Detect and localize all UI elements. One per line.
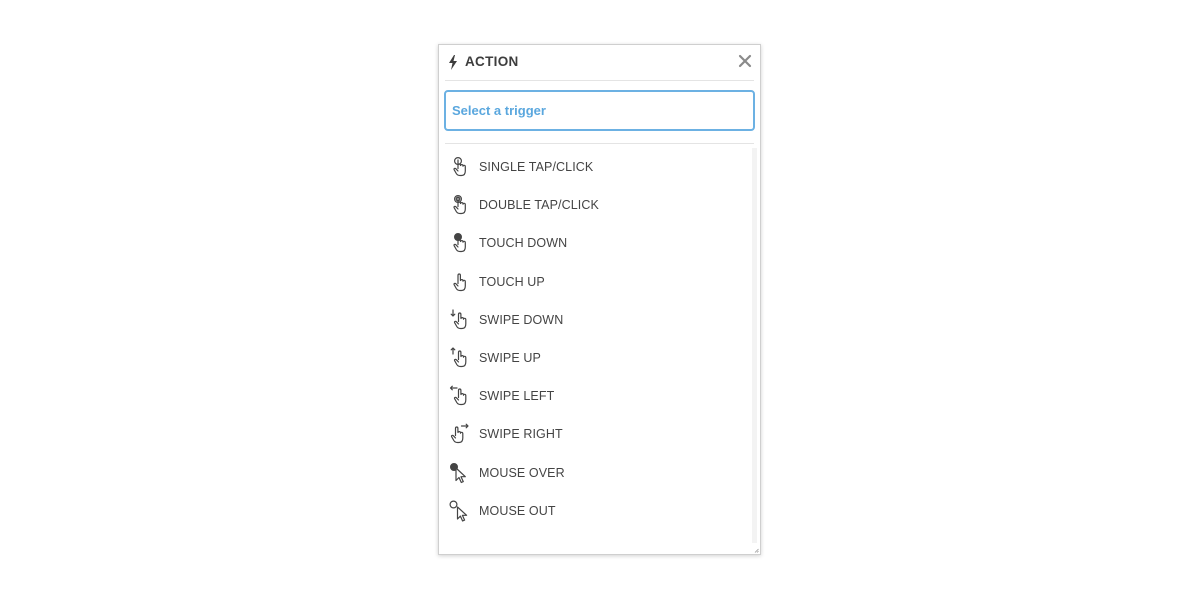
- trigger-label: SWIPE DOWN: [479, 312, 564, 327]
- single-tap-icon: [453, 157, 466, 177]
- trigger-list: SINGLE TAP/CLICK DOUBLE TAP/CLICK TOUCH …: [445, 148, 750, 541]
- swipe-right-icon: [450, 424, 469, 444]
- trigger-item-touch-up[interactable]: TOUCH UP: [445, 263, 750, 301]
- action-panel: ACTION SINGLE TAP/CLICK DOUBLE TAP/CLICK: [438, 44, 761, 555]
- mouse-out-icon: [449, 500, 468, 522]
- trigger-item-mouse-out[interactable]: MOUSE OUT: [445, 492, 750, 530]
- trigger-label: TOUCH UP: [479, 274, 545, 289]
- trigger-item-swipe-down[interactable]: SWIPE DOWN: [445, 301, 750, 339]
- touch-down-icon: [453, 233, 466, 253]
- trigger-label: SINGLE TAP/CLICK: [479, 160, 594, 175]
- panel-header: ACTION: [445, 45, 754, 81]
- trigger-item-swipe-up[interactable]: SWIPE UP: [445, 339, 750, 377]
- trigger-item-swipe-right[interactable]: SWIPE RIGHT: [445, 415, 750, 453]
- trigger-label: SWIPE LEFT: [479, 389, 555, 404]
- divider: [445, 143, 754, 144]
- trigger-item-single-tap[interactable]: SINGLE TAP/CLICK: [445, 148, 750, 186]
- swipe-down-icon: [450, 309, 467, 329]
- trigger-label: SWIPE UP: [479, 351, 541, 366]
- trigger-label: MOUSE OUT: [479, 503, 556, 518]
- panel-title: ACTION: [465, 54, 519, 69]
- swipe-left-icon: [449, 385, 467, 406]
- trigger-label: TOUCH DOWN: [479, 236, 568, 251]
- trigger-item-touch-down[interactable]: TOUCH DOWN: [445, 224, 750, 262]
- trigger-item-mouse-over[interactable]: MOUSE OVER: [445, 454, 750, 492]
- swipe-up-icon: [450, 347, 467, 368]
- close-icon[interactable]: [738, 54, 752, 68]
- resize-grip-icon[interactable]: [754, 548, 759, 553]
- trigger-search-input[interactable]: [444, 90, 755, 131]
- trigger-label: MOUSE OVER: [479, 465, 565, 480]
- double-tap-icon: [453, 195, 466, 215]
- list-scrollbar[interactable]: [752, 148, 757, 543]
- mouse-over-icon: [449, 462, 466, 483]
- lightning-bolt-icon: [449, 55, 457, 70]
- trigger-label: DOUBLE TAP/CLICK: [479, 198, 599, 213]
- trigger-item-swipe-left[interactable]: SWIPE LEFT: [445, 377, 750, 415]
- trigger-label: SWIPE RIGHT: [479, 427, 563, 442]
- touch-up-icon: [453, 273, 466, 291]
- trigger-item-double-tap[interactable]: DOUBLE TAP/CLICK: [445, 186, 750, 224]
